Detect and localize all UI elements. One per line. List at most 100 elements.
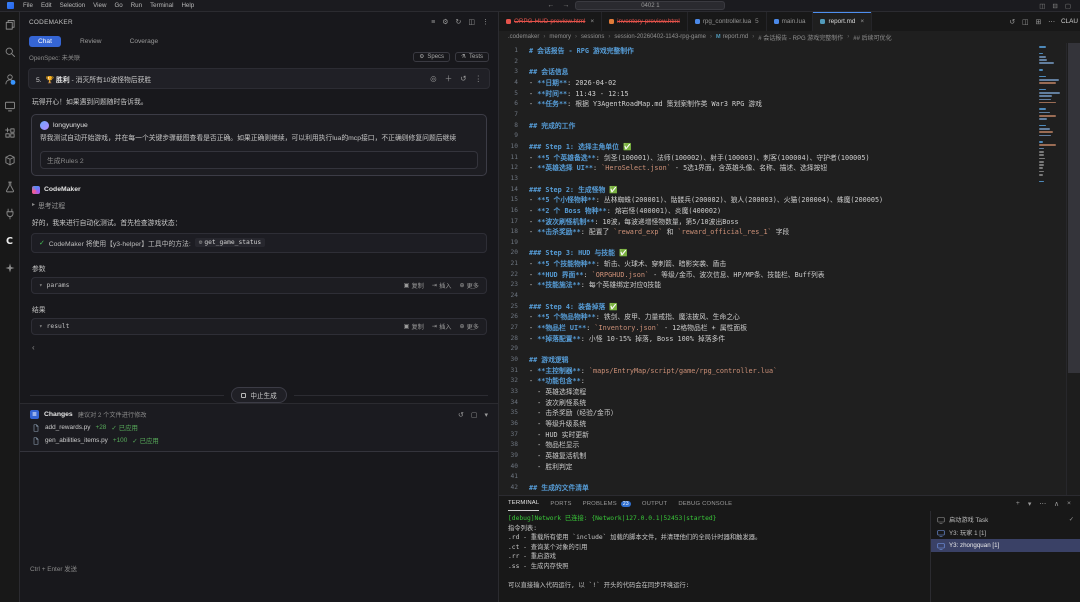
more-button[interactable]: ⊕更多 — [459, 281, 479, 290]
open-changes-icon[interactable]: ↺ — [1009, 18, 1015, 26]
code-line[interactable] — [529, 57, 1080, 68]
insert-button[interactable]: ⇥插入 — [432, 322, 452, 331]
layout-icon[interactable]: ◫ — [468, 18, 475, 26]
tool-call[interactable]: ✓ CodeMaker 将使用【y3-helper】工具中的方法: ⚙get_g… — [31, 233, 487, 253]
breadcrumb-item[interactable]: memory — [549, 34, 571, 40]
search-chat-icon[interactable]: ◎ — [430, 74, 437, 83]
explorer-icon[interactable] — [4, 19, 16, 31]
close-panel-icon[interactable]: × — [1067, 500, 1071, 508]
breadcrumb-item[interactable]: session-20260402-1143-rpg-game — [614, 34, 706, 40]
kebab-menu-icon[interactable]: ⋮ — [482, 18, 489, 26]
editor-tab[interactable]: ORPG-HUD-preview.html× — [499, 12, 602, 31]
chat-input-area[interactable]: Ctrl + Enter 发送 — [20, 452, 498, 602]
nav-back-icon[interactable]: ← — [545, 2, 556, 9]
code-line[interactable]: - 等级升级系统 — [529, 419, 1080, 430]
code-line[interactable]: - **波次刷怪机制**: 10波，每波递增怪物数量，第5/10波出Boss — [529, 217, 1080, 228]
chevron-down-icon[interactable]: ▾ — [39, 323, 43, 330]
code-line[interactable]: - 击杀奖励（经验/金币） — [529, 408, 1080, 419]
code-line[interactable]: - **功能包含**: — [529, 376, 1080, 387]
code-line[interactable]: - HUD 实时更新 — [529, 430, 1080, 441]
code-line[interactable] — [529, 291, 1080, 302]
list-icon[interactable]: ≡ — [431, 19, 435, 26]
code-line[interactable]: ## 生成的文件清单 — [529, 483, 1080, 494]
collapsed-result-row[interactable]: ▾result▣复制⇥插入⊕更多 — [31, 318, 487, 335]
more-icon[interactable]: ⋯ — [1039, 500, 1046, 508]
collapse-icon[interactable]: ▾ — [484, 411, 488, 419]
chat-history[interactable]: 5. 🏆胜利 - 消灭所有10波怪物后获胜 ◎＋↺⋮ 玩得开心！如果遇到问题随时… — [20, 64, 498, 387]
menu-edit[interactable]: Edit — [37, 2, 56, 9]
thinking-toggle[interactable]: ▸ 思考过程 — [32, 200, 486, 210]
code-line[interactable] — [529, 131, 1080, 142]
code-line[interactable]: - 英雄复活机制 — [529, 451, 1080, 462]
code-line[interactable]: ### Step 2: 生成怪物 ✅ — [529, 185, 1080, 196]
menu-run[interactable]: Run — [127, 2, 146, 9]
menu-help[interactable]: Help — [177, 2, 198, 9]
diff-icon[interactable]: ▢ — [471, 411, 478, 419]
editor-content[interactable]: # 会话报告 - RPG 游戏完整制作## 会话信息- **日期**: 2026… — [525, 43, 1080, 495]
collapsed-params-row[interactable]: ▾params▣复制⇥插入⊕更多 — [31, 277, 487, 294]
changed-file-row[interactable]: add_rewards.py+28✓已应用 — [30, 421, 488, 434]
copy-button[interactable]: ▣复制 — [404, 281, 424, 290]
terminal-output[interactable]: [debug]Network 已连接: {Network|127.0.0.1|5… — [499, 511, 930, 602]
code-line[interactable]: - 波次刷怪系统 — [529, 398, 1080, 409]
code-line[interactable]: - **任务**: 根据 Y3AgentRoadMap.md 策划案制作类 Wa… — [529, 99, 1080, 110]
extensions-icon[interactable] — [4, 127, 16, 139]
more-icon[interactable]: ⋮ — [475, 74, 483, 83]
code-line[interactable]: - **技能施法**: 每个英雄绑定对应Q技能 — [529, 280, 1080, 291]
package-icon[interactable] — [4, 154, 16, 166]
maximize-panel-icon[interactable]: ∧ — [1054, 500, 1059, 508]
new-terminal-icon[interactable]: + — [1016, 500, 1020, 508]
terminal-dropdown-icon[interactable]: ▾ — [1028, 500, 1031, 508]
code-line[interactable]: ### Step 3: HUD 与技能 ✅ — [529, 248, 1080, 259]
code-line[interactable]: - 物品栏显示 — [529, 440, 1080, 451]
openspec-tests-button[interactable]: ⚗Tests — [455, 52, 489, 62]
terminal-instance[interactable]: Y3: 玩家 1 [1] — [931, 526, 1080, 539]
tool-method[interactable]: ⚙get_game_status — [195, 238, 266, 247]
close-tab-icon[interactable]: × — [590, 18, 594, 25]
code-line[interactable]: ### Step 1: 选择主角单位 ✅ — [529, 142, 1080, 153]
code-line[interactable]: # 会话报告 - RPG 游戏完整制作 — [529, 46, 1080, 57]
stop-generation-button[interactable]: 中止生成 — [231, 387, 286, 403]
layout-sidebar-icon[interactable]: ◫ — [1039, 2, 1045, 10]
split-editor-icon[interactable]: ◫ — [1022, 18, 1028, 26]
code-line[interactable]: - **英雄选择 UI**: `HeroSelect.json` - 5选1界面… — [529, 163, 1080, 174]
search-icon[interactable] — [4, 46, 16, 58]
editor-tab[interactable]: main.lua — [767, 12, 814, 31]
insert-button[interactable]: ⇥插入 — [432, 281, 452, 290]
editor-tab[interactable]: report.md× — [813, 12, 872, 31]
openspec-specs-button[interactable]: ⚙Specs — [413, 52, 450, 62]
breadcrumb-item[interactable]: Mreport.md — [716, 34, 748, 40]
menu-view[interactable]: View — [89, 2, 110, 9]
settings-gear-icon[interactable]: ⚙ — [442, 18, 448, 26]
code-line[interactable]: - **掉落配置**: 小怪 10-15% 掉落, Boss 100% 掉落多件 — [529, 334, 1080, 345]
editor-scrollbar[interactable] — [1066, 43, 1080, 495]
code-line[interactable] — [529, 344, 1080, 355]
rules-attachment[interactable]: 生成Rules 2 — [40, 151, 478, 169]
code-line[interactable]: - **主控制器**: `maps/EntryMap/script/game/r… — [529, 366, 1080, 377]
menu-file[interactable]: File — [19, 2, 37, 9]
code-line[interactable]: ### Step 4: 装备掉落 ✅ — [529, 302, 1080, 313]
code-line[interactable]: ## 完成的工作 — [529, 121, 1080, 132]
code-line[interactable]: ## 游戏逻辑 — [529, 355, 1080, 366]
panel-tab-debug-console[interactable]: DEBUG CONSOLE — [678, 496, 732, 511]
panel-tab-problems[interactable]: PROBLEMS23 — [583, 496, 631, 511]
close-tab-icon[interactable]: × — [860, 18, 864, 25]
codemaker-icon[interactable]: C — [4, 235, 16, 247]
panel-tab-output[interactable]: OUTPUT — [642, 496, 667, 511]
menu-selection[interactable]: Selection — [56, 2, 89, 9]
scrollbar-thumb[interactable] — [1068, 43, 1080, 373]
run-view-icon[interactable] — [4, 100, 16, 112]
ai-sparkle-icon[interactable] — [4, 262, 16, 274]
new-chat-icon[interactable]: ＋ — [445, 73, 453, 84]
code-line[interactable]: - 英雄选择流程 — [529, 387, 1080, 398]
codemaker-tab-review[interactable]: Review — [71, 36, 111, 47]
more-actions-icon[interactable]: ⋯ — [1048, 18, 1055, 26]
breadcrumb-item[interactable]: .codemaker — [508, 34, 539, 40]
breadcrumb-item[interactable]: sessions — [581, 34, 604, 40]
editor[interactable]: 1234567891011121314151617181920212223242… — [499, 43, 1080, 495]
copy-button[interactable]: ▣复制 — [404, 322, 424, 331]
chevron-down-icon[interactable]: ▾ — [39, 282, 43, 289]
code-line[interactable]: - 胜利判定 — [529, 462, 1080, 473]
testing-icon[interactable] — [4, 181, 16, 193]
panel-tab-terminal[interactable]: TERMINAL — [508, 496, 539, 511]
